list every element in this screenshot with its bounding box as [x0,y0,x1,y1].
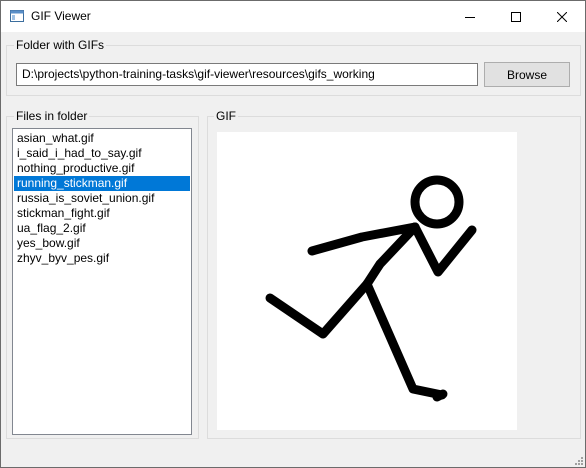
file-list-item[interactable]: russia_is_soviet_union.gif [14,191,190,206]
app-window-icon [10,10,24,22]
file-list-item[interactable]: yes_bow.gif [14,236,190,251]
folder-group-title: Folder with GIFs [14,38,107,52]
close-icon [557,11,567,22]
browse-button[interactable]: Browse [484,62,570,87]
file-list-item[interactable]: running_stickman.gif [14,176,190,191]
status-bar [1,446,585,467]
gif-preview [217,132,517,430]
files-group-title: Files in folder [14,109,90,123]
file-list-item[interactable]: i_said_i_had_to_say.gif [14,146,190,161]
running-stickman-image [265,175,477,402]
file-list-item[interactable]: nothing_productive.gif [14,161,190,176]
file-list-item[interactable]: ua_flag_2.gif [14,221,190,236]
maximize-button[interactable] [493,1,539,32]
resize-grip-icon[interactable] [573,455,583,465]
folder-path-input[interactable]: D:\projects\python-training-tasks\gif-vi… [16,63,478,86]
file-list[interactable]: asian_what.gif i_said_i_had_to_say.gif not… [12,128,192,435]
window-title: GIF Viewer [31,9,91,23]
close-button[interactable] [539,1,585,32]
app-window: GIF Viewer Folder with GIFs D:\projects\… [0,0,586,468]
file-list-item[interactable]: asian_what.gif [14,131,190,146]
file-list-item[interactable]: stickman_fight.gif [14,206,190,221]
minimize-button[interactable] [447,1,493,32]
maximize-icon [511,11,521,22]
minimize-icon [465,16,475,18]
file-list-item[interactable]: zhyv_byv_pes.gif [14,251,190,266]
title-bar[interactable]: GIF Viewer [1,1,585,32]
gif-group-title: GIF [214,109,238,123]
